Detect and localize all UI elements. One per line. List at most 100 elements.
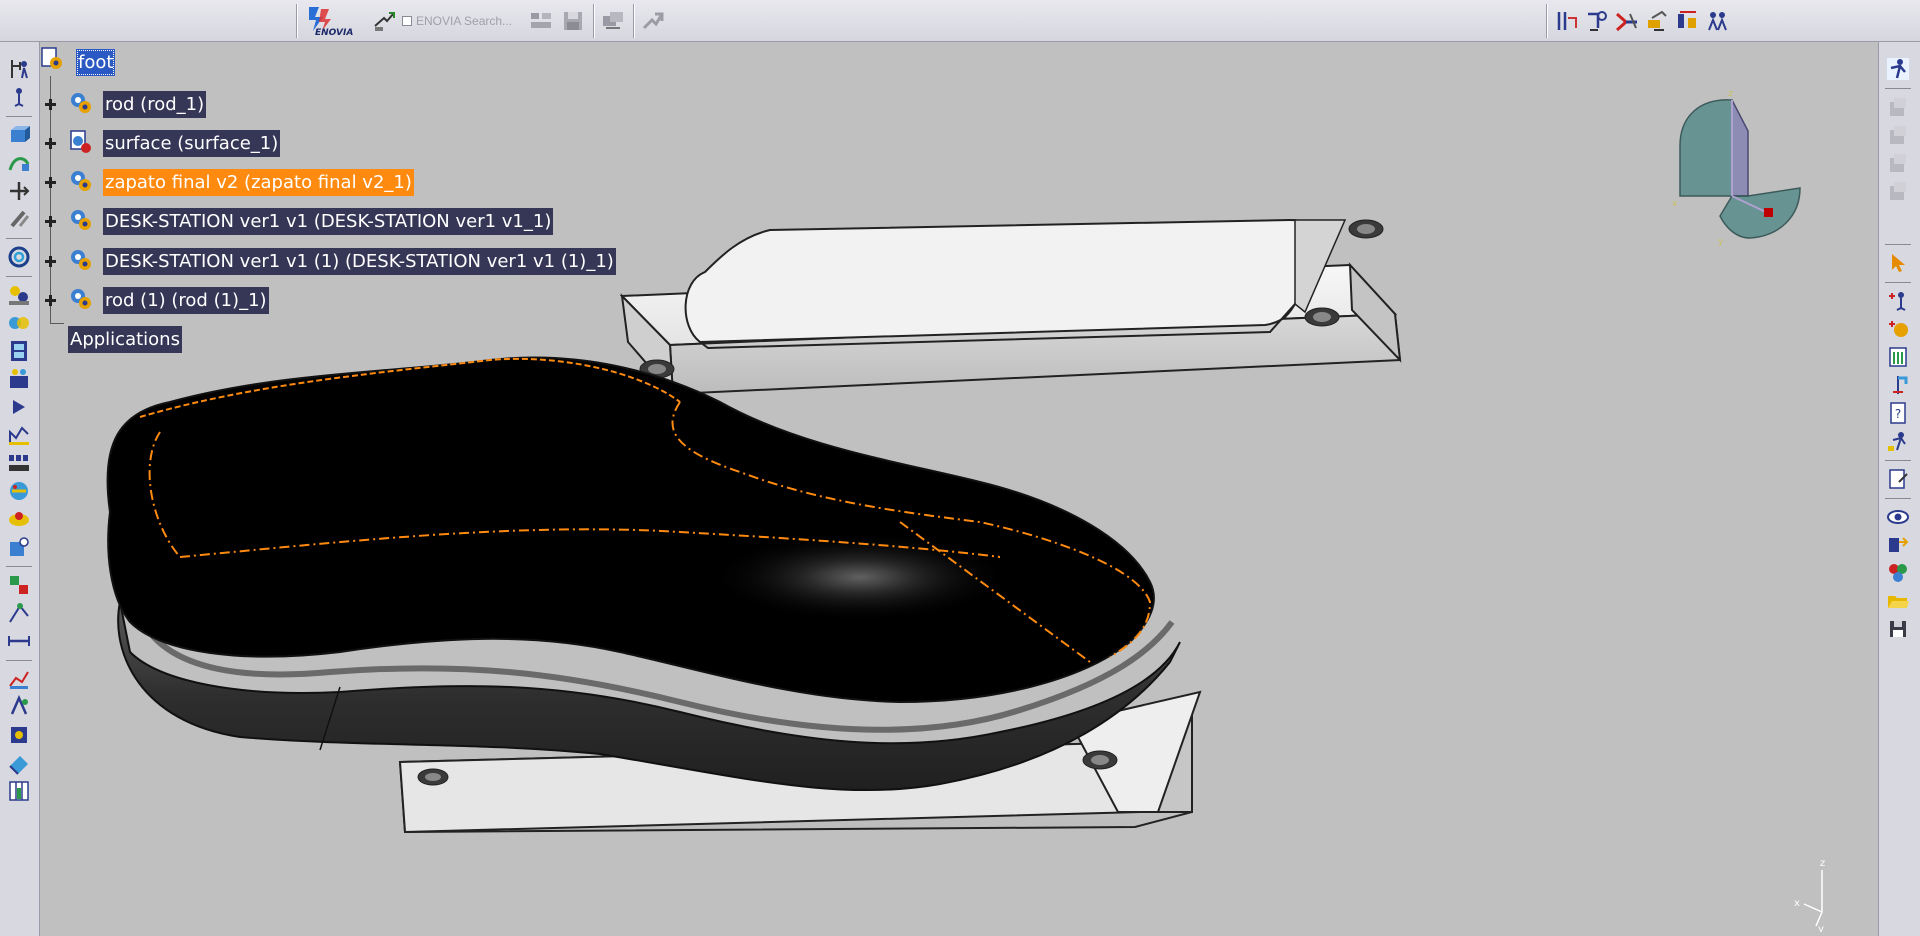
contact-constraint-icon[interactable] bbox=[1584, 8, 1610, 34]
toolbar-separator bbox=[6, 660, 32, 661]
tree-item-rod[interactable]: rod (rod_1) bbox=[103, 91, 207, 118]
new-product-icon[interactable] bbox=[1885, 288, 1911, 314]
tree-expander[interactable] bbox=[44, 98, 57, 111]
ds-logo[interactable]: ENOVIA bbox=[305, 3, 363, 38]
new-component-icon[interactable] bbox=[6, 84, 32, 110]
annotation-icon[interactable] bbox=[6, 666, 32, 692]
component-icon[interactable] bbox=[68, 247, 94, 273]
tree-item-desk-station-1[interactable]: DESK-STATION ver1 v1 (DESK-STATION ver1 … bbox=[103, 208, 554, 235]
enovia-navigate-icon[interactable] bbox=[372, 8, 398, 34]
search-checkbox[interactable] bbox=[402, 16, 412, 26]
sectioning-icon[interactable] bbox=[6, 310, 32, 336]
snap-icon[interactable] bbox=[6, 206, 32, 232]
enovia-search[interactable]: ENOVIA Search... bbox=[402, 12, 512, 30]
render-icon[interactable] bbox=[6, 478, 32, 504]
sequence-icon[interactable] bbox=[6, 450, 32, 476]
tree-item-surface[interactable]: surface (surface_1) bbox=[103, 130, 281, 157]
toolbar-separator bbox=[1546, 4, 1548, 38]
tree-applications[interactable]: Applications bbox=[68, 326, 182, 353]
film-icon[interactable] bbox=[6, 338, 32, 364]
tree-root-foot[interactable]: foot bbox=[76, 49, 116, 76]
fly-mode-icon[interactable] bbox=[1885, 56, 1911, 82]
scale-icon[interactable] bbox=[1885, 372, 1911, 398]
toolbar-separator bbox=[1885, 244, 1911, 245]
top-toolbar: ENOVIA ENOVIA Search... bbox=[0, 0, 1920, 42]
component-icon[interactable] bbox=[68, 286, 94, 312]
open-folder-icon[interactable] bbox=[1885, 588, 1911, 614]
surface-component-icon[interactable] bbox=[68, 129, 94, 155]
clash-icon[interactable] bbox=[6, 282, 32, 308]
publish-icon[interactable] bbox=[1885, 466, 1911, 492]
measure-inertia-icon[interactable] bbox=[6, 628, 32, 654]
text-icon[interactable] bbox=[6, 694, 32, 720]
workbench-icon[interactable] bbox=[600, 8, 626, 34]
save-icon[interactable] bbox=[560, 8, 586, 34]
apply-material-icon[interactable] bbox=[1885, 560, 1911, 586]
catalog-icon[interactable] bbox=[6, 534, 32, 560]
toolbar-separator bbox=[296, 4, 298, 38]
tree-expander[interactable] bbox=[44, 137, 57, 150]
toolbar-separator bbox=[6, 238, 32, 239]
tree-expander[interactable] bbox=[44, 255, 57, 268]
compass-x-label: x bbox=[1672, 199, 1678, 209]
manipulate-icon[interactable] bbox=[6, 178, 32, 204]
offset-constraint-icon[interactable] bbox=[1614, 8, 1640, 34]
scene-icon[interactable] bbox=[6, 366, 32, 392]
properties-icon[interactable] bbox=[1885, 428, 1911, 454]
tree-item-rod-1[interactable]: rod (1) (rod (1)_1) bbox=[103, 287, 269, 314]
table-icon[interactable] bbox=[6, 778, 32, 804]
assembly-constraint-icon[interactable] bbox=[1554, 8, 1580, 34]
bill-of-material-icon[interactable] bbox=[1885, 344, 1911, 370]
toolbar-separator bbox=[6, 276, 32, 277]
replace-component-icon[interactable] bbox=[6, 150, 32, 176]
compass-handle[interactable] bbox=[1764, 208, 1773, 217]
help-icon[interactable]: ? bbox=[1885, 400, 1911, 426]
weld-icon[interactable] bbox=[6, 722, 32, 748]
filter-icon[interactable] bbox=[528, 8, 554, 34]
axis-x-label: x bbox=[1794, 898, 1800, 909]
measure-between-icon[interactable] bbox=[6, 572, 32, 598]
shoe-upper[interactable] bbox=[106, 356, 1155, 704]
link-icon[interactable] bbox=[640, 8, 666, 34]
select-icon[interactable] bbox=[1885, 250, 1911, 276]
new-part-icon[interactable] bbox=[1885, 316, 1911, 342]
tree-item-desk-station-2[interactable]: DESK-STATION ver1 v1 (1) (DESK-STATION v… bbox=[103, 248, 616, 275]
fix-together-icon[interactable] bbox=[1704, 8, 1730, 34]
views-top-icon[interactable] bbox=[1885, 178, 1911, 204]
eraser-icon[interactable] bbox=[6, 750, 32, 776]
tree-expander[interactable] bbox=[44, 215, 57, 228]
measure-icon[interactable] bbox=[6, 422, 32, 448]
fix-component-icon[interactable] bbox=[1674, 8, 1700, 34]
views-icon[interactable] bbox=[1885, 94, 1911, 120]
views-front-icon[interactable] bbox=[1885, 122, 1911, 148]
explode-icon[interactable] bbox=[6, 244, 32, 270]
upper-mold-plate[interactable] bbox=[619, 218, 1402, 397]
tree-connector bbox=[50, 323, 64, 324]
generic-icon[interactable] bbox=[6, 506, 32, 532]
brand-label: ENOVIA bbox=[315, 28, 353, 37]
toolbar-separator bbox=[633, 4, 635, 38]
measure-item-icon[interactable] bbox=[6, 600, 32, 626]
bolt-hole bbox=[1304, 307, 1340, 327]
axis-y-label: y bbox=[1818, 924, 1824, 932]
axis-triad: z x y bbox=[1794, 858, 1825, 932]
play-icon[interactable] bbox=[6, 394, 32, 420]
tree-item-zapato-final[interactable]: zapato final v2 (zapato final v2_1) bbox=[103, 169, 414, 196]
swap-visible-icon[interactable] bbox=[1885, 532, 1911, 558]
compass-widget[interactable]: z x y bbox=[1620, 76, 1820, 256]
tree-expander[interactable] bbox=[44, 176, 57, 189]
product-icon[interactable] bbox=[40, 46, 66, 72]
3d-viewport[interactable]: foot rod (rod_1) surface (surface_1) zap… bbox=[40, 42, 1878, 936]
existing-component-icon[interactable] bbox=[6, 122, 32, 148]
component-icon[interactable] bbox=[68, 207, 94, 233]
bolt-hole bbox=[1082, 750, 1118, 770]
angle-constraint-icon[interactable] bbox=[1644, 8, 1670, 34]
hide-show-icon[interactable] bbox=[1885, 504, 1911, 530]
tree-expander[interactable] bbox=[44, 294, 57, 307]
toolbar-separator bbox=[1885, 88, 1911, 89]
views-side-icon[interactable] bbox=[1885, 150, 1911, 176]
component-icon[interactable] bbox=[68, 168, 94, 194]
component-icon[interactable] bbox=[68, 90, 94, 116]
save-disk-icon[interactable] bbox=[1885, 616, 1911, 642]
product-structure-icon[interactable] bbox=[6, 56, 32, 82]
